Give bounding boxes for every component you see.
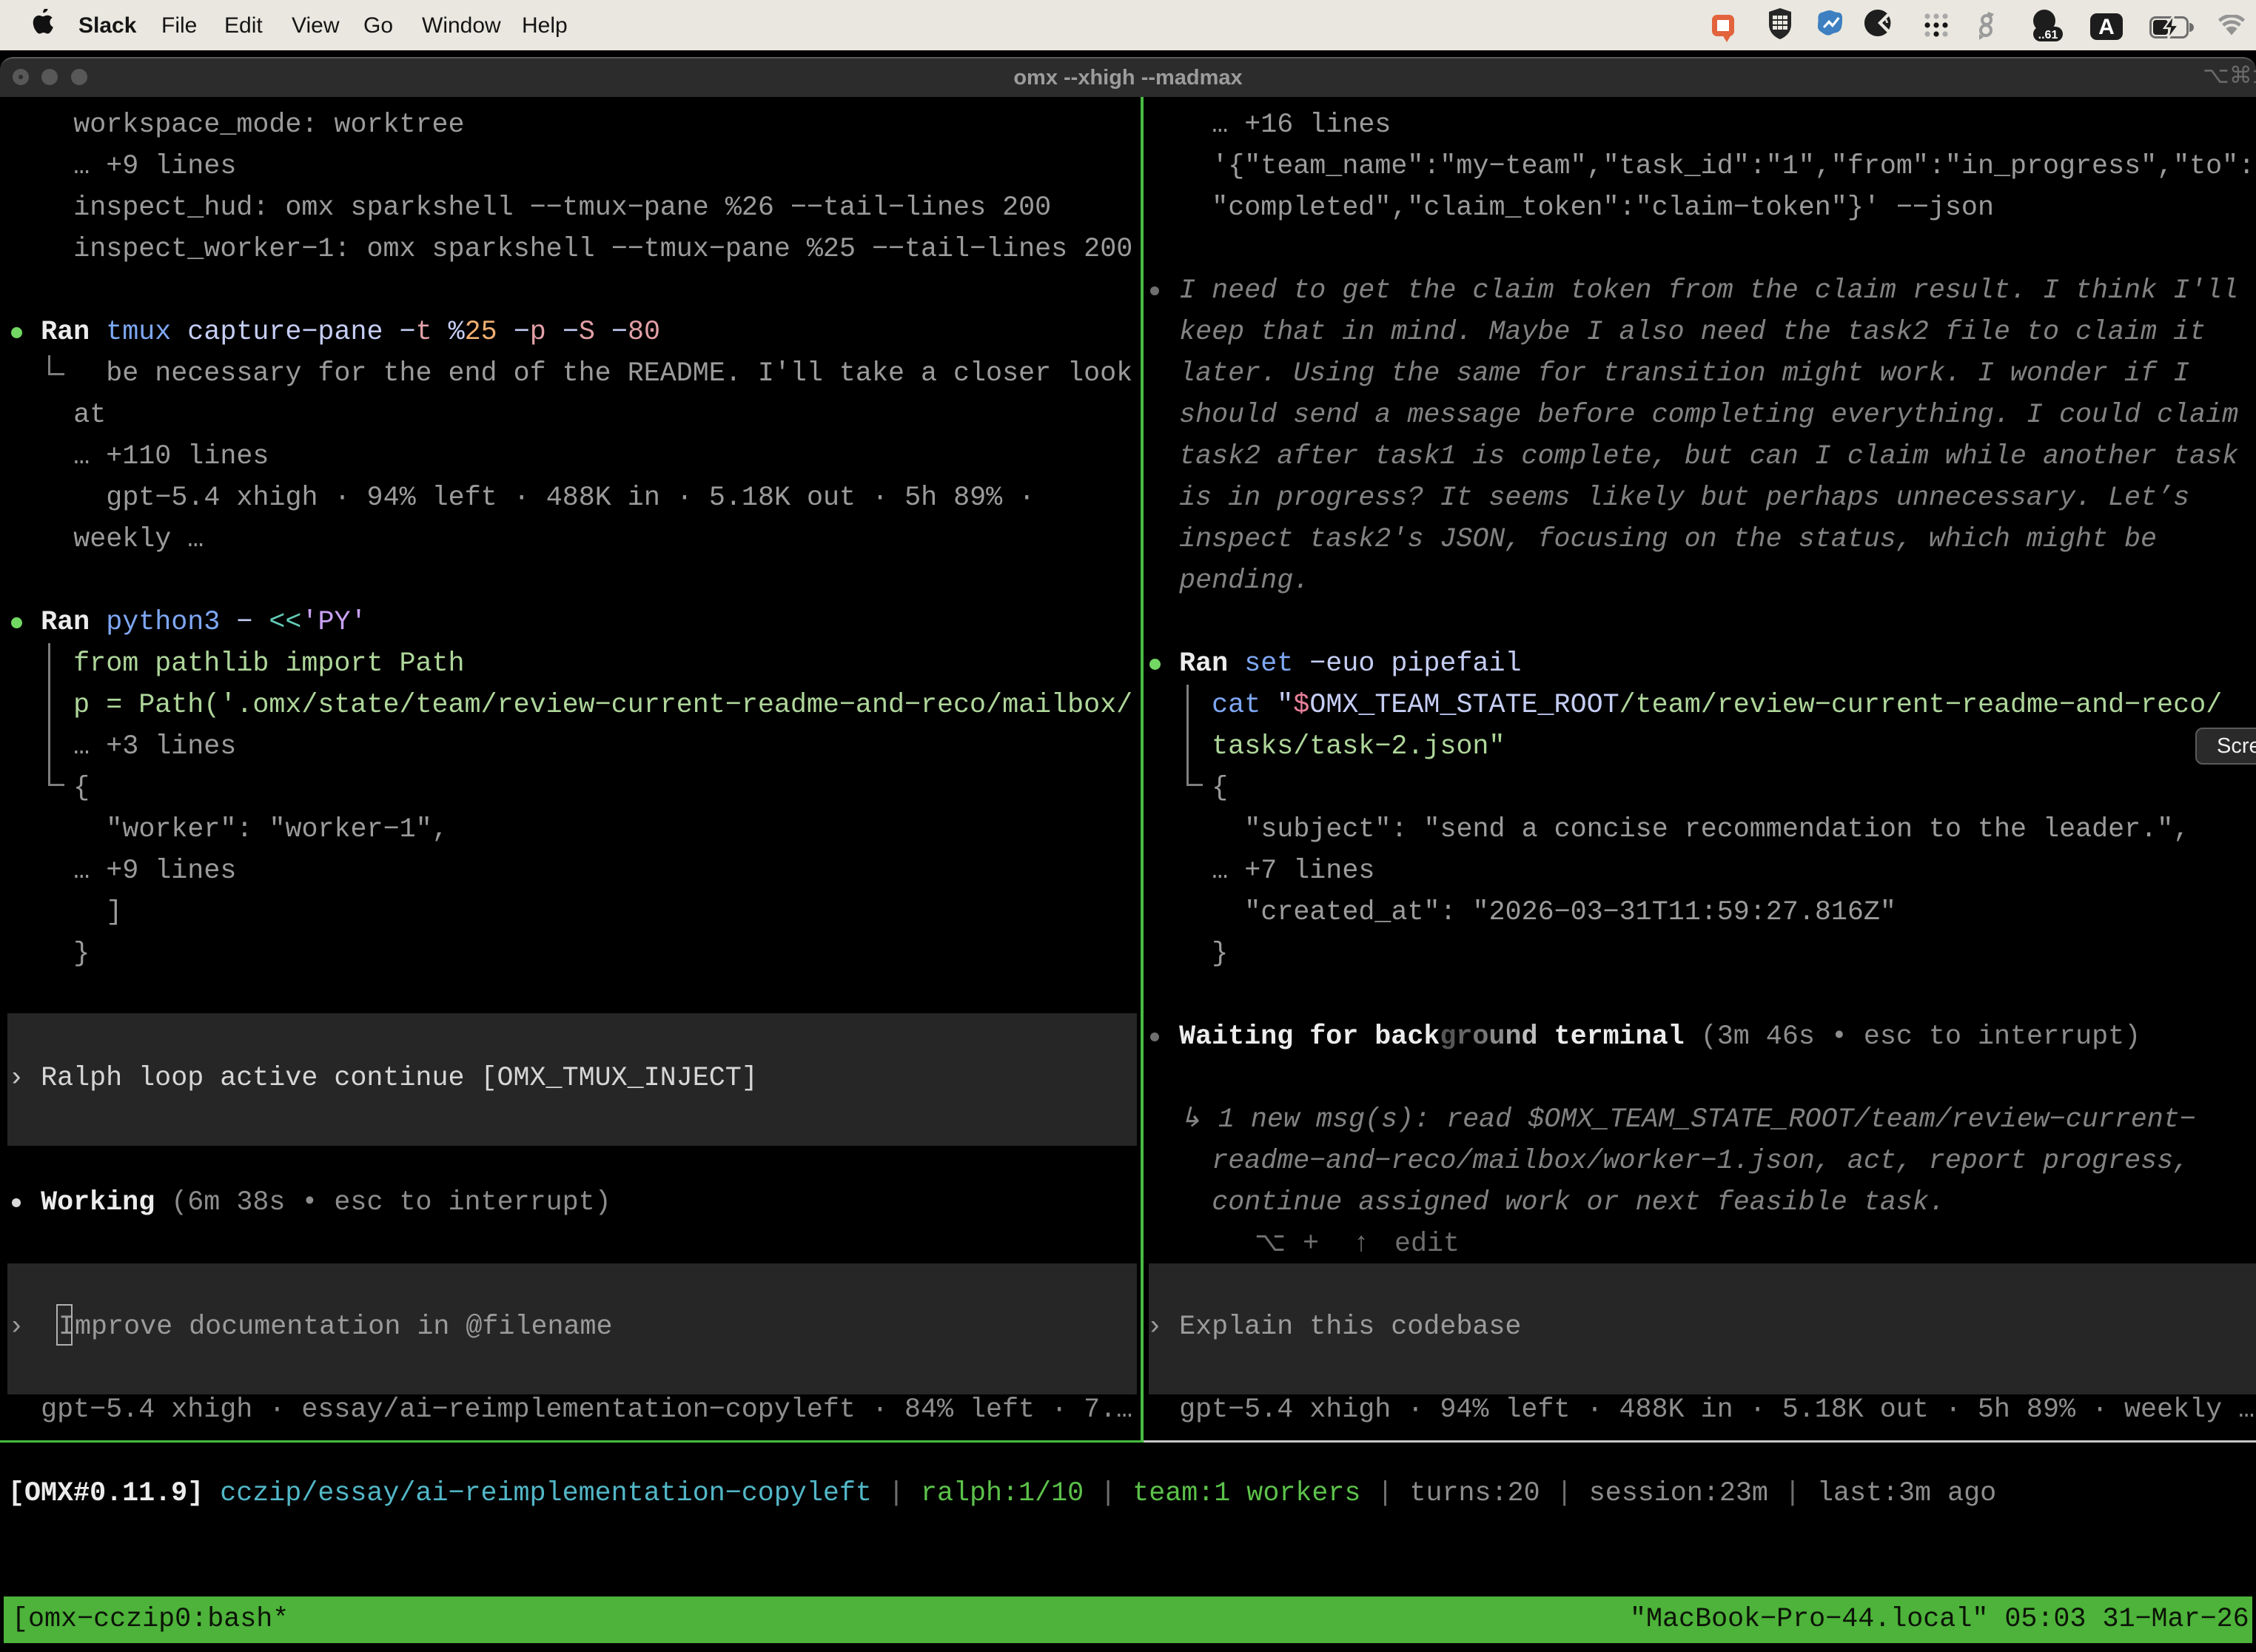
svg-text:..61: ..61 [2038, 29, 2058, 41]
